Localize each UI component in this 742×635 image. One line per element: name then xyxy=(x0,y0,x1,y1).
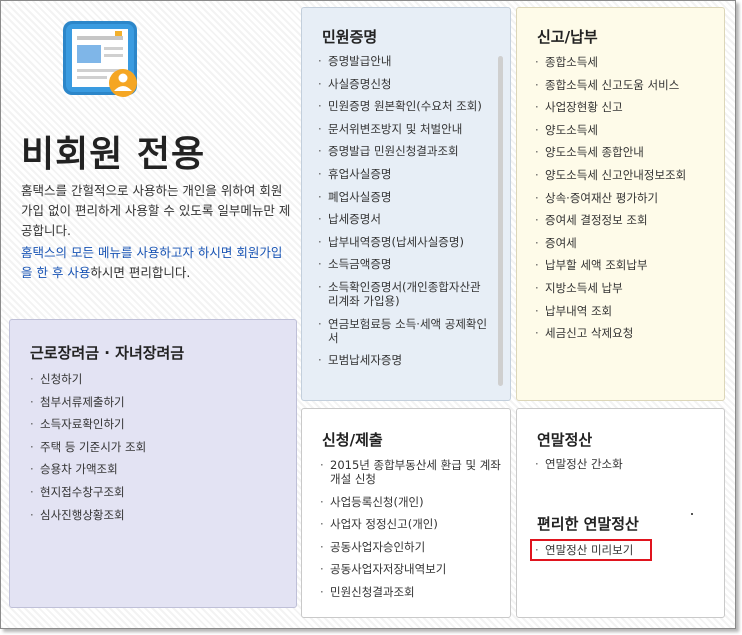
year-end-item-preview[interactable]: 연말정산 미리보기 xyxy=(535,543,651,557)
civil-item-fact-cert[interactable]: 사실증명신청 xyxy=(318,77,490,91)
civil-item-closure[interactable]: 폐업사실증명 xyxy=(318,190,490,204)
report-item-gift-decision[interactable]: 증여세 결정정보 조회 xyxy=(535,213,720,227)
civil-item-original-check[interactable]: 민원증명 원본확인(수요처 조회) xyxy=(318,99,490,113)
convenient-year-end-list: 연말정산 미리보기 xyxy=(535,543,651,557)
labor-item-car-value[interactable]: 승용차 가액조회 xyxy=(30,462,285,476)
report-payment-list: 종합소득세 종합소득세 신고도움 서비스 사업장현황 신고 양도소득세 양도소득… xyxy=(535,55,720,340)
report-item-payment-history[interactable]: 납부내역 조회 xyxy=(535,304,720,318)
report-item-transfer-info[interactable]: 양도소득세 신고안내정보조회 xyxy=(535,168,720,182)
labor-item-apply[interactable]: 신청하기 xyxy=(30,372,285,386)
year-end-panel: 연말정산 연말정산 간소화 편리한 연말정산 연말정산 미리보기 xyxy=(516,408,725,618)
labor-item-local-desk[interactable]: 현지접수창구조회 xyxy=(30,485,285,499)
labor-incentive-list: 신청하기 첨부서류제출하기 소득자료확인하기 주택 등 기준시가 조회 승용차 … xyxy=(30,372,285,522)
apply-item-business-register[interactable]: 사업등록신청(개인) xyxy=(320,495,502,509)
report-item-delete-request[interactable]: 세금신고 삭제요청 xyxy=(535,326,720,340)
labor-item-attach-docs[interactable]: 첨부서류제출하기 xyxy=(30,395,285,409)
civil-item-guide[interactable]: 증명발급안내 xyxy=(318,54,490,68)
apply-submit-list: 2015년 종합부동산세 환급 및 계좌개설 신청 사업등록신청(개인) 사업자… xyxy=(320,458,502,599)
apply-item-joint-approve[interactable]: 공동사업자승인하기 xyxy=(320,540,502,554)
labor-item-house-price[interactable]: 주택 등 기준시가 조회 xyxy=(30,440,285,454)
apply-item-joint-saved[interactable]: 공동사업자저장내역보기 xyxy=(320,562,502,576)
year-end-item-simplified[interactable]: 연말정산 간소화 xyxy=(535,457,715,471)
civil-item-closure-temp[interactable]: 휴업사실증명 xyxy=(318,167,490,181)
apply-item-property-refund[interactable]: 2015년 종합부동산세 환급 및 계좌개설 신청 xyxy=(320,458,502,486)
civil-certificate-panel: 민원증명 증명발급안내 사실증명신청 민원증명 원본확인(수요처 조회) 문서위… xyxy=(301,7,511,401)
report-payment-panel: 신고/납부 종합소득세 종합소득세 신고도움 서비스 사업장현황 신고 양도소득… xyxy=(516,7,725,401)
report-item-inheritance-eval[interactable]: 상속·증여재산 평가하기 xyxy=(535,191,720,205)
civil-certificate-title: 민원증명 xyxy=(322,28,378,46)
report-item-local-income[interactable]: 지방소득세 납부 xyxy=(535,281,720,295)
nonmember-section: 비회원 전용 홈택스를 간헐적으로 사용하는 개인을 위하여 회원가입 없이 편… xyxy=(5,5,295,315)
labor-incentive-panel: 근로장려금 · 자녀장려금 신청하기 첨부서류제출하기 소득자료확인하기 주택 … xyxy=(9,319,297,608)
civil-item-result[interactable]: 증명발급 민원신청결과조회 xyxy=(318,144,490,158)
convenient-year-end-title: 편리한 연말정산 xyxy=(537,515,639,533)
civil-item-payment-history[interactable]: 납부내역증명(납세사실증명) xyxy=(318,235,490,249)
apply-submit-title: 신청/제출 xyxy=(322,431,383,449)
labor-incentive-title: 근로장려금 · 자녀장려금 xyxy=(30,344,185,362)
year-end-title: 연말정산 xyxy=(537,431,593,449)
report-item-payable[interactable]: 납부할 세액 조회납부 xyxy=(535,258,720,272)
civil-item-tax-payment-cert[interactable]: 납세증명서 xyxy=(318,212,490,226)
apply-item-business-correct[interactable]: 사업자 정정신고(개인) xyxy=(320,517,502,531)
report-payment-title: 신고/납부 xyxy=(537,28,598,46)
civil-item-income-confirm[interactable]: 소득확인증명서(개인종합자산관리계좌 가입용) xyxy=(318,280,490,308)
labor-item-review-status[interactable]: 심사진행상황조회 xyxy=(30,508,285,522)
civil-item-model-taxpayer[interactable]: 모범납세자증명 xyxy=(318,353,490,367)
nonmember-description: 홈택스를 간헐적으로 사용하는 개인을 위하여 회원가입 없이 편리하게 사용할… xyxy=(21,183,291,238)
report-item-income-tax[interactable]: 종합소득세 xyxy=(535,55,720,69)
report-item-transfer-guide[interactable]: 양도소득세 종합안내 xyxy=(535,145,720,159)
apply-submit-panel: 신청/제출 2015년 종합부동산세 환급 및 계좌개설 신청 사업등록신청(개… xyxy=(301,408,511,618)
nonmember-title: 비회원 전용 xyxy=(21,134,206,175)
civil-scrollbar[interactable] xyxy=(498,56,503,386)
nonmember-notice-rest: 하시면 편리합니다. xyxy=(90,265,191,280)
report-item-transfer-tax[interactable]: 양도소득세 xyxy=(535,123,720,137)
decorative-dot xyxy=(691,513,693,515)
page-frame: 비회원 전용 홈택스를 간헐적으로 사용하는 개인을 위하여 회원가입 없이 편… xyxy=(0,0,736,629)
report-item-income-help[interactable]: 종합소득세 신고도움 서비스 xyxy=(535,78,720,92)
apply-item-result[interactable]: 민원신청결과조회 xyxy=(320,585,502,599)
year-end-list: 연말정산 간소화 xyxy=(535,457,715,471)
report-item-site-status[interactable]: 사업장현황 신고 xyxy=(535,100,720,114)
document-user-icon xyxy=(63,21,137,97)
civil-certificate-list: 증명발급안내 사실증명신청 민원증명 원본확인(수요처 조회) 문서위변조방지 … xyxy=(318,54,490,367)
report-item-gift-tax[interactable]: 증여세 xyxy=(535,236,720,250)
nonmember-notice: 홈택스의 모든 메뉴를 사용하고자 하시면 회원가입을 한 후 사용하시면 편리… xyxy=(21,243,293,283)
civil-item-forgery-guide[interactable]: 문서위변조방지 및 처벌안내 xyxy=(318,122,490,136)
labor-item-income-check[interactable]: 소득자료확인하기 xyxy=(30,417,285,431)
civil-item-income-amount[interactable]: 소득금액증명 xyxy=(318,257,490,271)
civil-item-pension-deduction[interactable]: 연금보험료등 소득·세액 공제확인서 xyxy=(318,317,490,345)
